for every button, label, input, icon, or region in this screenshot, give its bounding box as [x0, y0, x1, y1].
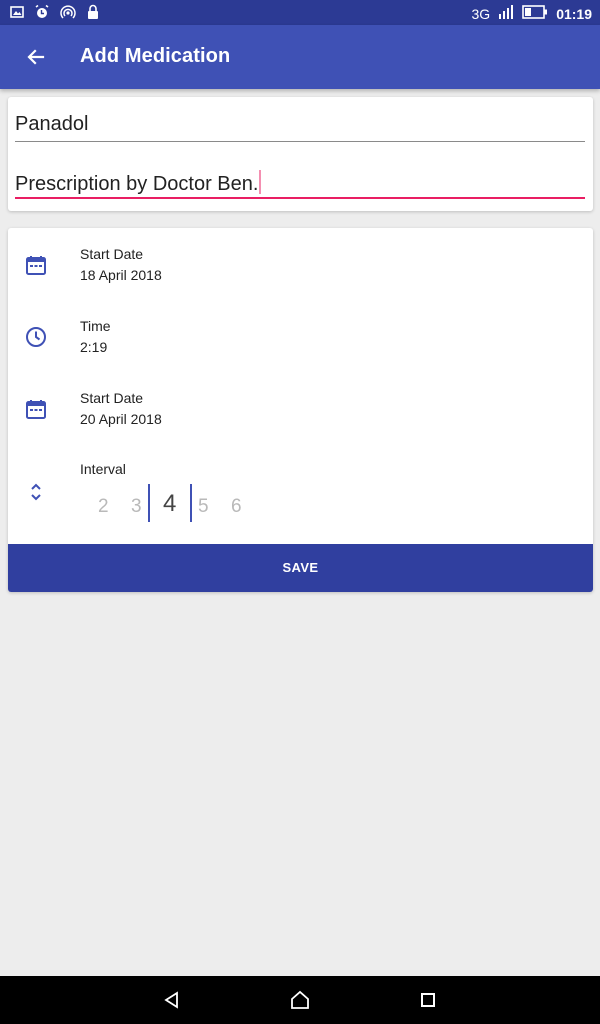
battery-icon — [522, 5, 548, 22]
medication-name-field[interactable]: Panadol — [15, 113, 585, 142]
lock-icon — [86, 4, 100, 25]
back-arrow-icon[interactable] — [22, 43, 50, 71]
picker-divider — [148, 484, 150, 522]
picker-divider — [190, 484, 192, 522]
nav-home-icon[interactable] — [288, 988, 312, 1012]
app-bar: Add Medication — [0, 25, 600, 89]
hotspot-icon — [60, 4, 76, 25]
schedule-card: Start Date 18 April 2018 Time 2:19 Start… — [8, 228, 593, 592]
end-date-value: 20 April 2018 — [80, 411, 162, 427]
end-date-label: Start Date — [80, 390, 144, 406]
interval-option[interactable]: 2 — [98, 496, 109, 518]
medication-note-value: Prescription by Doctor Ben. — [15, 173, 259, 195]
nav-back-icon[interactable] — [160, 988, 184, 1012]
interval-number-picker[interactable]: 2 3 4 5 6 — [88, 482, 268, 524]
clock-icon — [25, 326, 47, 348]
save-button[interactable]: SAVE — [8, 544, 593, 592]
time-value: 2:19 — [80, 339, 108, 355]
time-label: Time — [80, 318, 111, 334]
interval-option[interactable]: 6 — [231, 496, 242, 518]
medication-note-field[interactable]: Prescription by Doctor Ben. — [15, 170, 585, 199]
interval-option[interactable]: 5 — [198, 496, 209, 518]
time-row[interactable]: Time 2:19 — [8, 318, 593, 378]
calendar-icon — [25, 254, 47, 276]
status-bar: 3G 01:19 — [0, 0, 600, 25]
interval-label: Interval — [80, 461, 126, 477]
network-type: 3G — [471, 5, 491, 22]
medication-details-card: Panadol Prescription by Doctor Ben. — [8, 97, 593, 211]
medication-name-value: Panadol — [15, 113, 89, 135]
signal-icon — [498, 4, 514, 23]
alarm-icon — [34, 4, 50, 25]
end-date-row[interactable]: Start Date 20 April 2018 — [8, 390, 593, 450]
image-icon — [10, 5, 24, 24]
page-title: Add Medication — [80, 45, 231, 67]
nav-recents-icon[interactable] — [416, 988, 440, 1012]
text-cursor — [259, 170, 262, 194]
status-clock: 01:19 — [556, 5, 592, 22]
system-nav-bar — [0, 976, 600, 1024]
interval-option[interactable]: 3 — [131, 496, 142, 518]
interval-selected-option[interactable]: 4 — [163, 490, 176, 518]
start-date-row[interactable]: Start Date 18 April 2018 — [8, 246, 593, 306]
unfold-icon — [25, 481, 47, 503]
start-date-label: Start Date — [80, 246, 144, 262]
start-date-value: 18 April 2018 — [80, 267, 162, 283]
calendar-icon — [25, 398, 47, 420]
